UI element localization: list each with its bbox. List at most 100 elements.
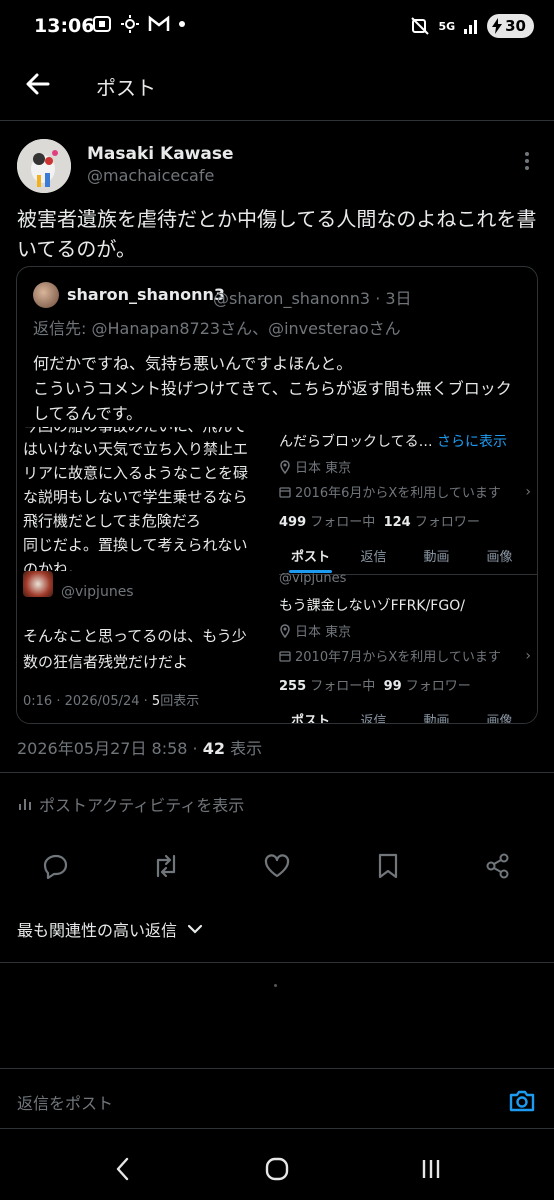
- camera-icon[interactable]: [507, 1086, 537, 1116]
- media-left-time: 0:16 · 2026/05/24 ·: [23, 694, 152, 709]
- following-label: フォロー中: [310, 679, 376, 694]
- reply-sort-dropdown[interactable]: 最も関連性の高い返信: [17, 917, 203, 941]
- chevron-right-icon: ›: [525, 483, 531, 500]
- tab-replies: 返信: [360, 550, 387, 565]
- media-right-joined: 2010年7月からXを利用しています ›: [279, 646, 537, 665]
- quote-text-line: こういうコメント投げつけてきて、こちらが返す間も無くブロック: [33, 379, 512, 398]
- more-options-icon[interactable]: [517, 150, 537, 172]
- dot-icon: [179, 21, 185, 27]
- media-left-views-label: 回表示: [160, 694, 200, 709]
- followers-count: 99: [383, 679, 402, 694]
- quote-author-handle: @sharon_shanonn3 · 3日: [213, 289, 412, 308]
- calendar-icon: [279, 650, 291, 662]
- post-activity-link[interactable]: ポストアクティビティを表示: [17, 792, 244, 816]
- media-text-line: のかね。: [23, 560, 84, 571]
- media-right-bio: もう課金しないゾFFRK/FGO/: [279, 598, 465, 614]
- bio-text: んだらブロックしてる…: [279, 434, 433, 450]
- quoted-post[interactable]: sharon_shanonn3 @sharon_shanonn3 · 3日 返信…: [16, 266, 538, 724]
- media-text-line: な説明もしないで学生乗せるなら: [23, 488, 248, 506]
- timestamp-text: 2026年05月27日 8:58 ·: [17, 739, 203, 758]
- repost-button[interactable]: [146, 846, 186, 886]
- charging-icon: [492, 18, 503, 34]
- tab-posts: ポスト: [279, 710, 342, 723]
- back-arrow-icon[interactable]: [22, 68, 54, 100]
- post-text-line: いてるのが。: [17, 237, 136, 261]
- media-reply-line: 数の狂信者残党だけだよ: [23, 653, 189, 671]
- chevron-down-icon: [187, 924, 203, 934]
- reply-button[interactable]: [36, 846, 76, 886]
- media-right-location: 日本 東京: [279, 621, 537, 640]
- page-title: ポスト: [96, 76, 156, 100]
- media-left-avatar: [23, 571, 53, 597]
- nav-recents-icon[interactable]: [418, 1156, 444, 1182]
- mute-icon: [411, 17, 430, 35]
- author-handle[interactable]: @machaicecafe: [87, 166, 214, 185]
- analytics-icon: [19, 799, 31, 810]
- quote-author-name: sharon_shanonn3: [67, 285, 225, 304]
- media-reply-line: そんなこと思ってるのは、もう少: [23, 627, 247, 645]
- media-right-follow-counts: 499 フォロー中 124 フォロワー: [279, 511, 537, 530]
- location-icon: [280, 623, 290, 638]
- meta-divider: [0, 772, 554, 773]
- chevron-right-icon: ›: [525, 647, 531, 664]
- quote-author-avatar: [33, 282, 59, 308]
- tab-posts: ポスト: [279, 546, 342, 573]
- media-text-line: リアに故意に入るようなことを碌: [23, 464, 249, 482]
- loading-indicator: [274, 984, 277, 987]
- gmail-icon: [148, 15, 170, 31]
- media-text-line: はいけない天気で立ち入り禁止エ: [23, 440, 249, 458]
- status-system-icons: 5G 30: [410, 14, 534, 38]
- like-button[interactable]: [257, 846, 297, 886]
- media-right-tabs: ポスト 返信 動画 画像: [279, 546, 537, 573]
- quote-text: 何だかですね、気持ち悪いんですよほんと。 こういうコメント投げつけてきて、こちら…: [33, 351, 533, 426]
- tab-videos: 動画: [423, 714, 450, 724]
- location-text: 日本 東京: [295, 625, 352, 640]
- reply-bar-bottom-divider: [0, 1128, 554, 1129]
- followers-label: フォロワー: [405, 679, 471, 694]
- tab-images: 画像: [486, 714, 513, 724]
- media-right-follow-counts: 255 フォロー中 99 フォロワー: [279, 675, 537, 694]
- reply-icon: [43, 854, 68, 880]
- media-left-reply-text: そんなこと思ってるのは、もう少 数の狂信者残党だけだよ: [23, 623, 275, 675]
- system-nav-bar: [0, 1140, 554, 1200]
- quote-text-line: 何だかですね、気持ち悪いんですよほんと。: [33, 354, 353, 373]
- bookmark-button[interactable]: [368, 846, 408, 886]
- author-name[interactable]: Masaki Kawase: [87, 144, 234, 164]
- quote-reply-to: 返信先: @Hanapan8723さん、@investeraoさん: [33, 319, 401, 338]
- tab-images: 画像: [486, 550, 513, 565]
- media-left-views: 5: [151, 694, 161, 709]
- media-left-tweet-text: 今回の船の事故みたいに、飛んで はいけない天気で立ち入り禁止エ リアに故意に入る…: [23, 427, 275, 571]
- joined-text: 2016年6月からXを利用しています: [295, 486, 501, 501]
- reply-input[interactable]: 返信をポスト: [17, 1090, 113, 1114]
- sort-label: 最も関連性の高い返信: [17, 921, 178, 940]
- author-avatar[interactable]: [17, 139, 71, 193]
- location-text: 日本 東京: [295, 461, 352, 476]
- following-count: 255: [279, 679, 307, 694]
- nav-back-icon[interactable]: [110, 1154, 136, 1184]
- following-count: 499: [279, 515, 307, 530]
- followers-count: 124: [383, 515, 411, 530]
- media-right-profile-top: んだらブロックしてる… さらに表示 日本 東京 2016年6月からXを利用してい…: [279, 431, 537, 575]
- screenshot-icon: [93, 16, 111, 32]
- tab-videos: 動画: [423, 550, 450, 565]
- media-right-bio: んだらブロックしてる… さらに表示: [279, 431, 537, 451]
- location-icon: [280, 459, 290, 474]
- quote-media-image[interactable]: 今回の船の事故みたいに、飛んで はいけない天気で立ち入り禁止エ リアに故意に入る…: [17, 427, 537, 724]
- media-right-tabs: ポスト 返信 動画 画像: [279, 710, 537, 724]
- bookmark-icon: [378, 853, 398, 879]
- status-notification-icons: [92, 14, 186, 34]
- top-bar: ポスト: [0, 56, 554, 120]
- signal-icon: [464, 20, 478, 34]
- post-timestamp: 2026年05月27日 8:58 · 42 表示: [17, 735, 262, 759]
- media-right-location: 日本 東京: [279, 457, 537, 476]
- handle-text: @vipjunes: [279, 573, 347, 585]
- share-button[interactable]: [478, 846, 518, 886]
- joined-text: 2010年7月からXを利用しています: [295, 650, 501, 665]
- nav-home-icon[interactable]: [264, 1156, 290, 1182]
- media-text-line: 今回の船の事故みたいに、飛んで: [23, 427, 275, 437]
- show-more-link: さらに表示: [437, 434, 508, 450]
- battery-indicator: 30: [487, 14, 534, 38]
- calendar-icon: [279, 486, 291, 498]
- media-text-line: 同じだよ。置換して考えられない: [23, 536, 248, 554]
- media-left-meta: 0:16 · 2026/05/24 · 5回表示: [23, 690, 199, 709]
